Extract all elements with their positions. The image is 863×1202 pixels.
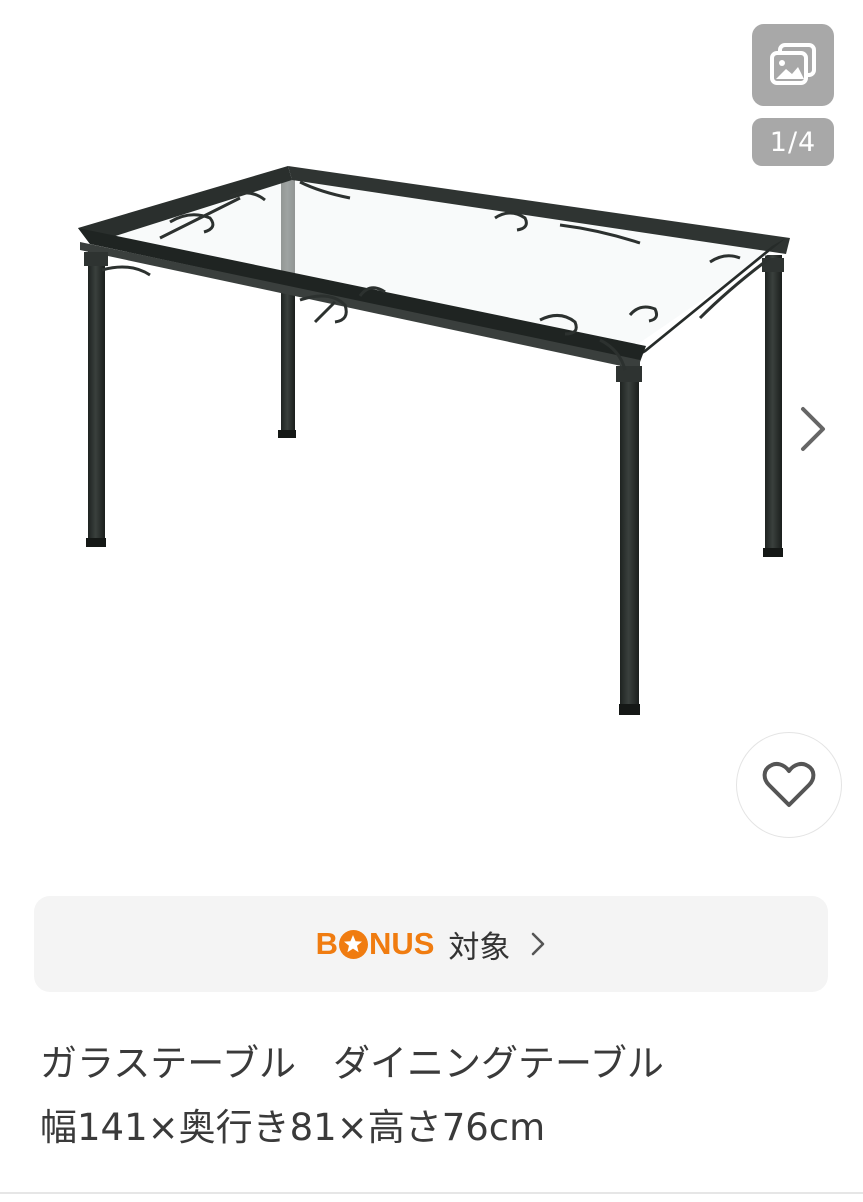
- favorite-button[interactable]: [736, 732, 842, 838]
- image-gallery-button[interactable]: [752, 24, 834, 106]
- bonus-eligible-bar[interactable]: B NUS 対象: [34, 896, 828, 992]
- star-icon: [338, 929, 368, 959]
- page-indicator: 1/4: [752, 118, 834, 166]
- bonus-logo-prefix: B: [315, 926, 338, 961]
- bonus-logo: B NUS: [316, 926, 435, 962]
- heart-icon: [762, 761, 816, 807]
- bonus-chevron: [530, 931, 546, 957]
- chevron-right-icon: [801, 407, 825, 451]
- product-image-carousel[interactable]: 1/4: [0, 0, 863, 880]
- bonus-label: 対象: [448, 929, 511, 966]
- next-image-button[interactable]: [788, 398, 836, 460]
- image-gallery-icon: [770, 43, 816, 85]
- product-photo: [78, 166, 790, 715]
- bonus-logo-suffix: NUS: [368, 926, 435, 961]
- product-title: ガラステーブル ダイニングテーブル 幅141×奥行き81×高さ76cm: [40, 1042, 664, 1149]
- divider: [0, 1192, 863, 1194]
- chevron-right-icon: [532, 932, 545, 956]
